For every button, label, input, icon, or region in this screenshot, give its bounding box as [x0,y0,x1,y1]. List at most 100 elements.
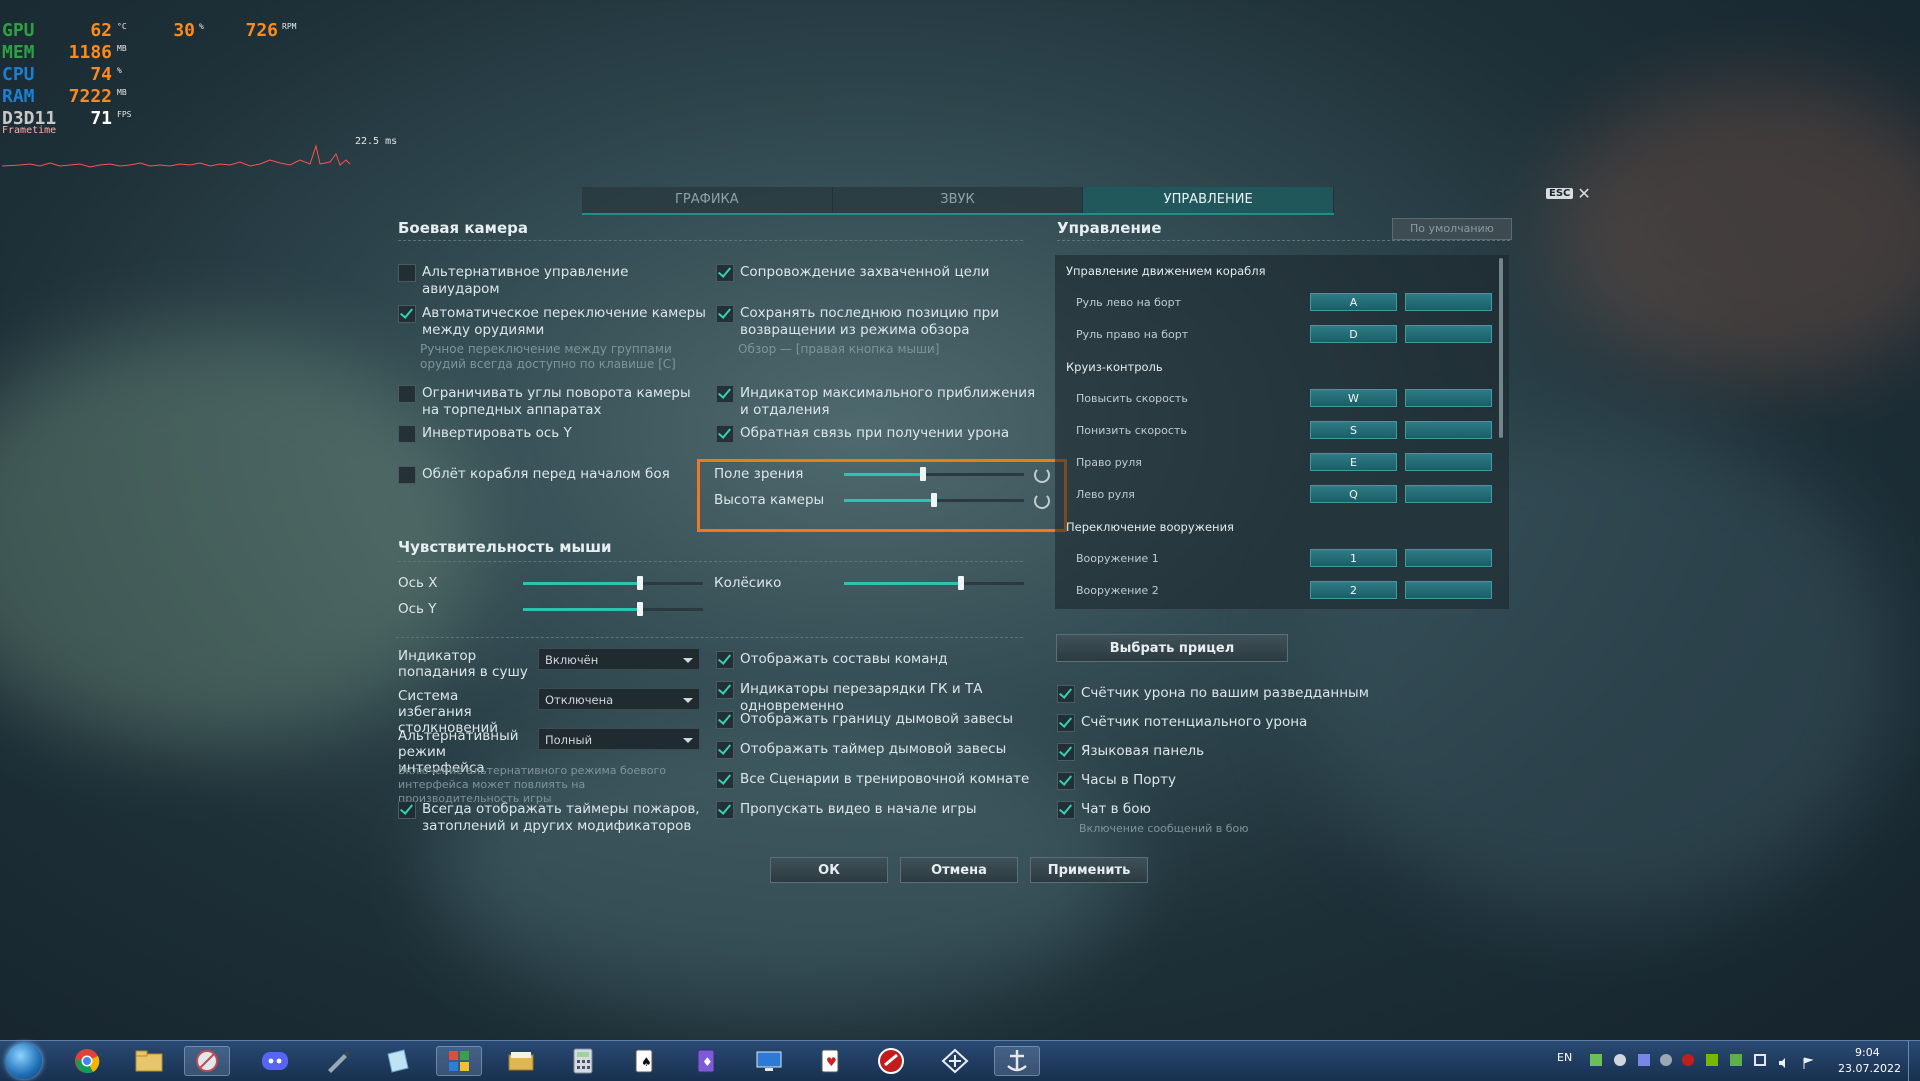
keybind-secondary-button[interactable] [1405,389,1492,407]
checkbox-box[interactable] [398,264,416,282]
cancel-button[interactable]: Отмена [900,857,1018,883]
alt-interface-dropdown[interactable]: Полный [538,728,700,750]
cards-icon[interactable]: ♦ [684,1046,730,1076]
show-timers-checkbox[interactable]: Всегда отображать таймеры пожаров, затоп… [398,801,708,835]
snipping-tool-icon[interactable] [184,1046,230,1076]
ok-button[interactable]: ОК [770,857,888,883]
remote-desktop-icon[interactable] [746,1046,792,1076]
discord-icon[interactable] [252,1046,298,1076]
checkbox-box[interactable] [716,681,734,699]
tray-nvidia-icon[interactable] [1706,1054,1718,1066]
start-button[interactable] [6,1043,42,1079]
tray-volume-icon[interactable] [1778,1054,1790,1068]
keybind-primary-button[interactable]: 1 [1310,549,1397,567]
keybind-secondary-button[interactable] [1405,549,1492,567]
cards-2-icon[interactable]: ♥ [808,1046,854,1076]
clock-time[interactable]: 9:04 [1855,1046,1880,1059]
keybind-secondary-button[interactable] [1405,581,1492,599]
choose-sight-button[interactable]: Выбрать прицел [1056,634,1288,662]
zoom-indicator-checkbox[interactable]: Индикатор максимального приближения и от… [716,385,1036,419]
tab-controls[interactable]: УПРАВЛЕНИЕ [1083,187,1335,213]
folder-icon[interactable] [498,1046,544,1076]
scouting-damage-counter-checkbox[interactable]: Счётчик урона по вашим разведданным [1057,685,1457,703]
keybind-secondary-button[interactable] [1405,453,1492,471]
checkbox-box[interactable] [716,385,734,403]
close-icon[interactable]: ✕ [1577,184,1590,203]
close-control[interactable]: ESC ✕ [1546,184,1591,203]
checkbox-box[interactable] [716,771,734,789]
calculator-icon[interactable] [560,1046,606,1076]
world-of-tanks-icon[interactable] [868,1046,914,1076]
alt-airstrike-checkbox[interactable]: Альтернативное управление авиударом [398,264,708,298]
checkbox-box[interactable] [398,305,416,323]
language-indicator[interactable]: EN [1557,1051,1572,1064]
smoke-border-checkbox[interactable]: Отображать границу дымовой завесы [716,711,1046,729]
checkbox-box[interactable] [398,466,416,484]
keep-last-position-checkbox[interactable]: Сохранять последнюю позицию при возвраще… [716,305,1036,339]
slider-thumb[interactable] [637,602,643,616]
tray-flag-icon[interactable] [1802,1054,1814,1069]
invert-y-checkbox[interactable]: Инвертировать ось Y [398,425,708,443]
tray-game-icon[interactable] [1682,1054,1694,1066]
tray-network-icon[interactable] [1590,1054,1602,1066]
checkbox-box[interactable] [716,741,734,759]
tray-user-icon[interactable] [1660,1054,1672,1066]
slider-thumb[interactable] [958,576,964,590]
collision-avoidance-dropdown[interactable]: Отключена [538,688,700,710]
tray-monitor-icon[interactable] [1730,1054,1742,1066]
show-team-lineups-checkbox[interactable]: Отображать составы команд [716,651,1046,669]
limit-torpedo-camera-checkbox[interactable]: Ограничивать углы поворота камеры на тор… [398,385,708,419]
keybind-primary-button[interactable]: S [1310,421,1397,439]
checkbox-box[interactable] [716,425,734,443]
keybind-primary-button[interactable]: 2 [1310,581,1397,599]
notes-icon[interactable] [374,1046,420,1076]
port-clock-checkbox[interactable]: Часы в Порту [1057,772,1457,790]
wargaming-icon[interactable] [932,1046,978,1076]
keybind-primary-button[interactable]: A [1310,293,1397,311]
clock-date[interactable]: 23.07.2022 [1838,1062,1901,1075]
ground-hit-indicator-dropdown[interactable]: Включён [538,648,700,670]
tray-chat-icon[interactable] [1638,1054,1650,1066]
tray-display-icon[interactable] [1754,1054,1766,1066]
all-scenarios-checkbox[interactable]: Все Сценарии в тренировочной комнате [716,771,1046,789]
checkbox-box[interactable] [398,801,416,819]
checkbox-box[interactable] [716,651,734,669]
mouse-wheel-slider[interactable] [844,576,1024,590]
tab-graphics[interactable]: ГРАФИКА [582,187,833,213]
checkbox-box[interactable] [398,425,416,443]
checkbox-box[interactable] [716,264,734,282]
checkbox-box[interactable] [716,801,734,819]
damage-feedback-checkbox[interactable]: Обратная связь при получении урона [716,425,1036,443]
chrome-icon[interactable] [64,1046,110,1076]
slider-thumb[interactable] [637,576,643,590]
pen-tool-icon[interactable] [314,1046,360,1076]
checkbox-box[interactable] [1057,685,1075,703]
keybind-primary-button[interactable]: W [1310,389,1397,407]
explorer-icon[interactable] [126,1046,172,1076]
keybind-secondary-button[interactable] [1405,293,1492,311]
checkbox-box[interactable] [398,385,416,403]
tab-sound[interactable]: ЗВУК [832,187,1084,213]
keybind-primary-button[interactable]: E [1310,453,1397,471]
mouse-x-slider[interactable] [523,576,703,590]
mouse-y-slider[interactable] [523,602,703,616]
potential-damage-counter-checkbox[interactable]: Счётчик потенциального урона [1057,714,1457,732]
checkbox-box[interactable] [1057,772,1075,790]
checkbox-box[interactable] [716,305,734,323]
keybind-primary-button[interactable]: Q [1310,485,1397,503]
show-desktop-button[interactable] [1908,1041,1920,1081]
reset-defaults-button[interactable]: По умолчанию [1392,218,1512,240]
keybind-primary-button[interactable]: D [1310,325,1397,343]
ship-flyaround-checkbox[interactable]: Облёт корабля перед началом боя [398,466,708,484]
skip-intro-video-checkbox[interactable]: Пропускать видео в начале игры [716,801,1046,819]
world-of-warships-icon[interactable] [994,1046,1040,1076]
tray-mouse-icon[interactable] [1614,1054,1626,1066]
keybindings-scrollbar[interactable] [1499,258,1503,438]
reload-indicators-checkbox[interactable]: Индикаторы перезарядки ГК и ТА одновреме… [716,681,1046,715]
auto-camera-switch-checkbox[interactable]: Автоматическое переключение камеры между… [398,305,708,339]
apply-button[interactable]: Применить [1030,857,1148,883]
smoke-timer-checkbox[interactable]: Отображать таймер дымовой завесы [716,741,1046,759]
paint-icon[interactable] [436,1046,482,1076]
solitaire-icon[interactable]: ♠ [622,1046,668,1076]
checkbox-box[interactable] [1057,801,1075,819]
